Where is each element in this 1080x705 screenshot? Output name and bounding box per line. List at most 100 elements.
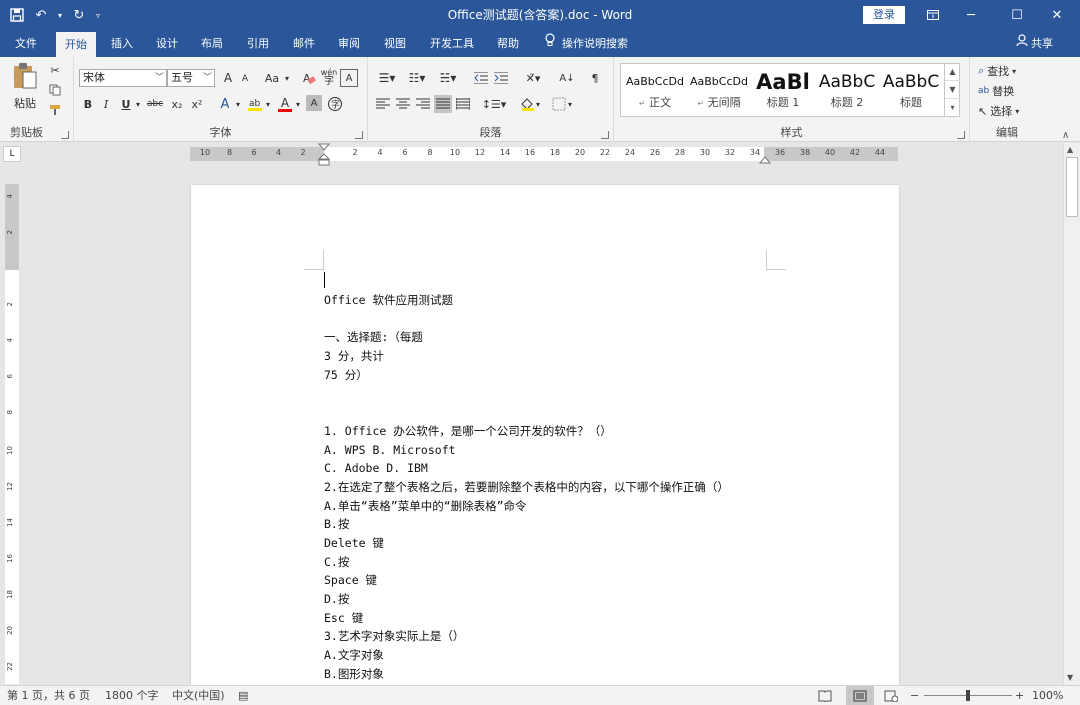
- chevron-down-icon[interactable]: ▾: [294, 95, 302, 113]
- scroll-down-icon[interactable]: ▼: [1067, 673, 1073, 682]
- bullets-icon[interactable]: ☰▾: [374, 69, 400, 87]
- find-button[interactable]: ⌕ 查找 ▾: [978, 63, 1038, 79]
- chevron-down-icon[interactable]: ▾: [134, 95, 142, 113]
- asian-layout-icon[interactable]: ✕̃▾: [520, 69, 546, 87]
- font-size-select[interactable]: 五号 ﹀: [167, 69, 215, 87]
- chevron-down-icon[interactable]: ▾: [234, 95, 242, 113]
- vertical-ruler[interactable]: 4 2 2 4 6 8 10 12 14 16 18 20 22: [5, 184, 19, 684]
- tab-help[interactable]: 帮助: [488, 30, 528, 57]
- line-spacing-icon[interactable]: ↕☰▾: [480, 95, 508, 113]
- tab-insert[interactable]: 插入: [102, 30, 142, 57]
- shading-icon[interactable]: ▾: [518, 95, 546, 113]
- phonetic-guide-button[interactable]: wén 字: [320, 67, 338, 87]
- paste-button[interactable]: 粘贴: [8, 61, 42, 111]
- scroll-up-icon[interactable]: ▲: [1067, 145, 1073, 154]
- login-button[interactable]: 登录: [863, 6, 905, 24]
- format-painter-icon[interactable]: [46, 101, 64, 119]
- chevron-down-icon[interactable]: ▾: [282, 69, 292, 87]
- superscript-button[interactable]: x²: [188, 95, 206, 113]
- style-no-spacing[interactable]: AaBbCcDd ↵ 无间隔: [687, 64, 751, 116]
- tab-home[interactable]: 开始: [56, 32, 96, 57]
- zoom-slider-thumb[interactable]: [966, 690, 970, 701]
- tab-review[interactable]: 审阅: [329, 30, 369, 57]
- save-icon[interactable]: [6, 4, 28, 26]
- styles-launcher-icon[interactable]: [957, 131, 965, 139]
- copy-icon[interactable]: [46, 81, 64, 99]
- print-layout-icon[interactable]: [846, 686, 874, 705]
- undo-dropdown-icon[interactable]: ▾: [54, 4, 66, 26]
- borders-icon[interactable]: ▾: [550, 95, 578, 113]
- horizontal-ruler[interactable]: 10 8 6 4 2 2 4 6 8 10 12 14 16 18 20 22 24 26 28 30 32 34 36 38…: [190, 147, 898, 161]
- read-mode-icon[interactable]: [818, 686, 832, 705]
- paragraph-launcher-icon[interactable]: [601, 131, 609, 139]
- document-body[interactable]: Office 软件应用测试题 一、选择题:（每题 3 分，共计 75 分） 1. O…: [324, 291, 729, 683]
- align-center-icon[interactable]: [394, 95, 412, 113]
- share-button[interactable]: 共享: [1016, 30, 1053, 57]
- chevron-down-icon[interactable]: ▾: [264, 95, 272, 113]
- language-indicator[interactable]: 中文(中国): [172, 686, 225, 705]
- underline-button[interactable]: U: [118, 95, 134, 113]
- indent-markers-icon[interactable]: [318, 143, 330, 169]
- change-case-button[interactable]: Aa: [262, 69, 282, 87]
- tab-references[interactable]: 引用: [238, 30, 278, 57]
- distributed-icon[interactable]: [454, 95, 472, 113]
- font-color-button[interactable]: A: [276, 95, 294, 113]
- zoom-out-button[interactable]: −: [910, 686, 919, 705]
- vertical-scrollbar[interactable]: ▲ ▼: [1063, 143, 1080, 685]
- bold-button[interactable]: B: [80, 95, 96, 113]
- redo-icon[interactable]: ↻: [68, 4, 90, 26]
- shrink-font-button[interactable]: A: [238, 71, 252, 87]
- decrease-indent-icon[interactable]: [472, 69, 490, 87]
- enclose-characters-icon[interactable]: 字: [326, 95, 344, 113]
- web-layout-icon[interactable]: [884, 686, 899, 705]
- chevron-down-icon[interactable]: ▼: [945, 81, 960, 99]
- tell-me-search[interactable]: 操作说明搜索: [544, 30, 628, 57]
- character-border-button[interactable]: A: [340, 69, 358, 87]
- clipboard-launcher-icon[interactable]: [61, 131, 69, 139]
- close-icon[interactable]: ✕: [1034, 0, 1080, 30]
- strikethrough-button[interactable]: abc: [144, 95, 166, 113]
- tab-selector[interactable]: L: [3, 146, 21, 162]
- style-heading-1[interactable]: AaBl 标题 1: [751, 64, 815, 116]
- subscript-button[interactable]: x₂: [168, 95, 186, 113]
- style-normal[interactable]: AaBbCcDd ↵ 正文: [623, 64, 687, 116]
- justify-icon[interactable]: [434, 95, 452, 113]
- tab-developer[interactable]: 开发工具: [424, 30, 480, 57]
- numbering-icon[interactable]: ☷▾: [404, 69, 430, 87]
- customize-qat-icon[interactable]: ▿: [92, 4, 104, 26]
- clear-formatting-icon[interactable]: A: [300, 69, 318, 87]
- italic-button[interactable]: I: [98, 95, 114, 113]
- increase-indent-icon[interactable]: [492, 69, 510, 87]
- chevron-up-icon[interactable]: ▲: [945, 63, 960, 81]
- tab-mailings[interactable]: 邮件: [284, 30, 324, 57]
- collapse-ribbon-icon[interactable]: ∧: [1062, 130, 1069, 141]
- font-launcher-icon[interactable]: [355, 131, 363, 139]
- tab-layout[interactable]: 布局: [192, 30, 232, 57]
- tab-file[interactable]: 文件: [6, 30, 46, 57]
- sort-icon[interactable]: A↓: [558, 69, 576, 87]
- select-button[interactable]: ↖ 选择 ▾: [978, 103, 1038, 119]
- cut-icon[interactable]: ✂: [46, 61, 64, 79]
- text-effects-button[interactable]: A: [216, 95, 234, 113]
- replace-button[interactable]: ab 替换: [978, 83, 1038, 99]
- page-count[interactable]: 第 1 页，共 6 页: [7, 686, 90, 705]
- zoom-level[interactable]: 100%: [1032, 686, 1063, 705]
- style-heading-2[interactable]: AaBbC 标题 2: [815, 64, 879, 116]
- zoom-slider[interactable]: [924, 686, 1012, 705]
- show-marks-icon[interactable]: ¶: [586, 69, 604, 87]
- minimize-icon[interactable]: ─: [948, 0, 994, 30]
- zoom-in-button[interactable]: +: [1015, 686, 1024, 705]
- scrollbar-thumb[interactable]: [1066, 157, 1078, 217]
- right-indent-marker-icon[interactable]: [759, 152, 771, 164]
- macro-record-icon[interactable]: ▤: [238, 686, 248, 705]
- word-count[interactable]: 1800 个字: [105, 686, 159, 705]
- undo-icon[interactable]: ↶: [30, 4, 52, 26]
- style-title[interactable]: AaBbC 标题: [879, 64, 943, 116]
- align-right-icon[interactable]: [414, 95, 432, 113]
- font-family-select[interactable]: 宋体 ﹀: [79, 69, 167, 87]
- tab-design[interactable]: 设计: [147, 30, 187, 57]
- tab-view[interactable]: 视图: [375, 30, 415, 57]
- highlight-icon[interactable]: ab: [246, 95, 264, 113]
- character-shading-button[interactable]: A: [306, 95, 322, 111]
- multilevel-list-icon[interactable]: ☵▾: [434, 69, 462, 87]
